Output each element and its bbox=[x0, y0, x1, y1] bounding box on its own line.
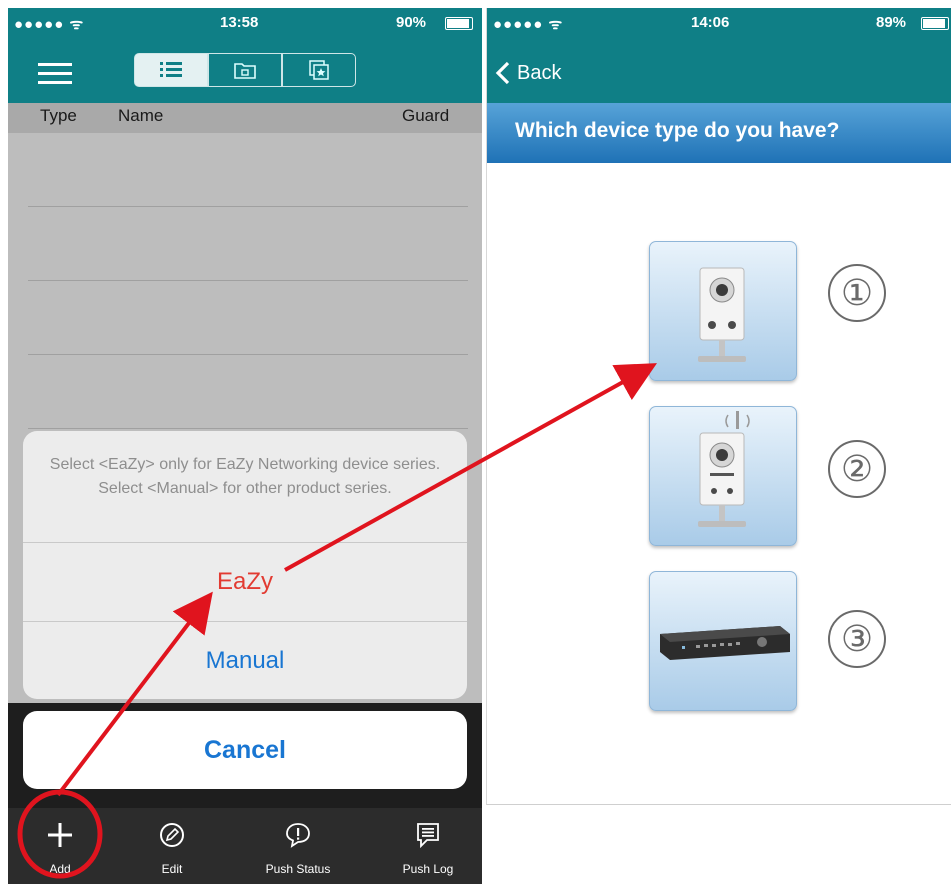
add-highlight-circle bbox=[17, 789, 103, 879]
annotation-overlay bbox=[17, 363, 657, 879]
arrow-add-to-eazy bbox=[56, 591, 213, 797]
arrow-eazy-to-device bbox=[284, 363, 657, 572]
